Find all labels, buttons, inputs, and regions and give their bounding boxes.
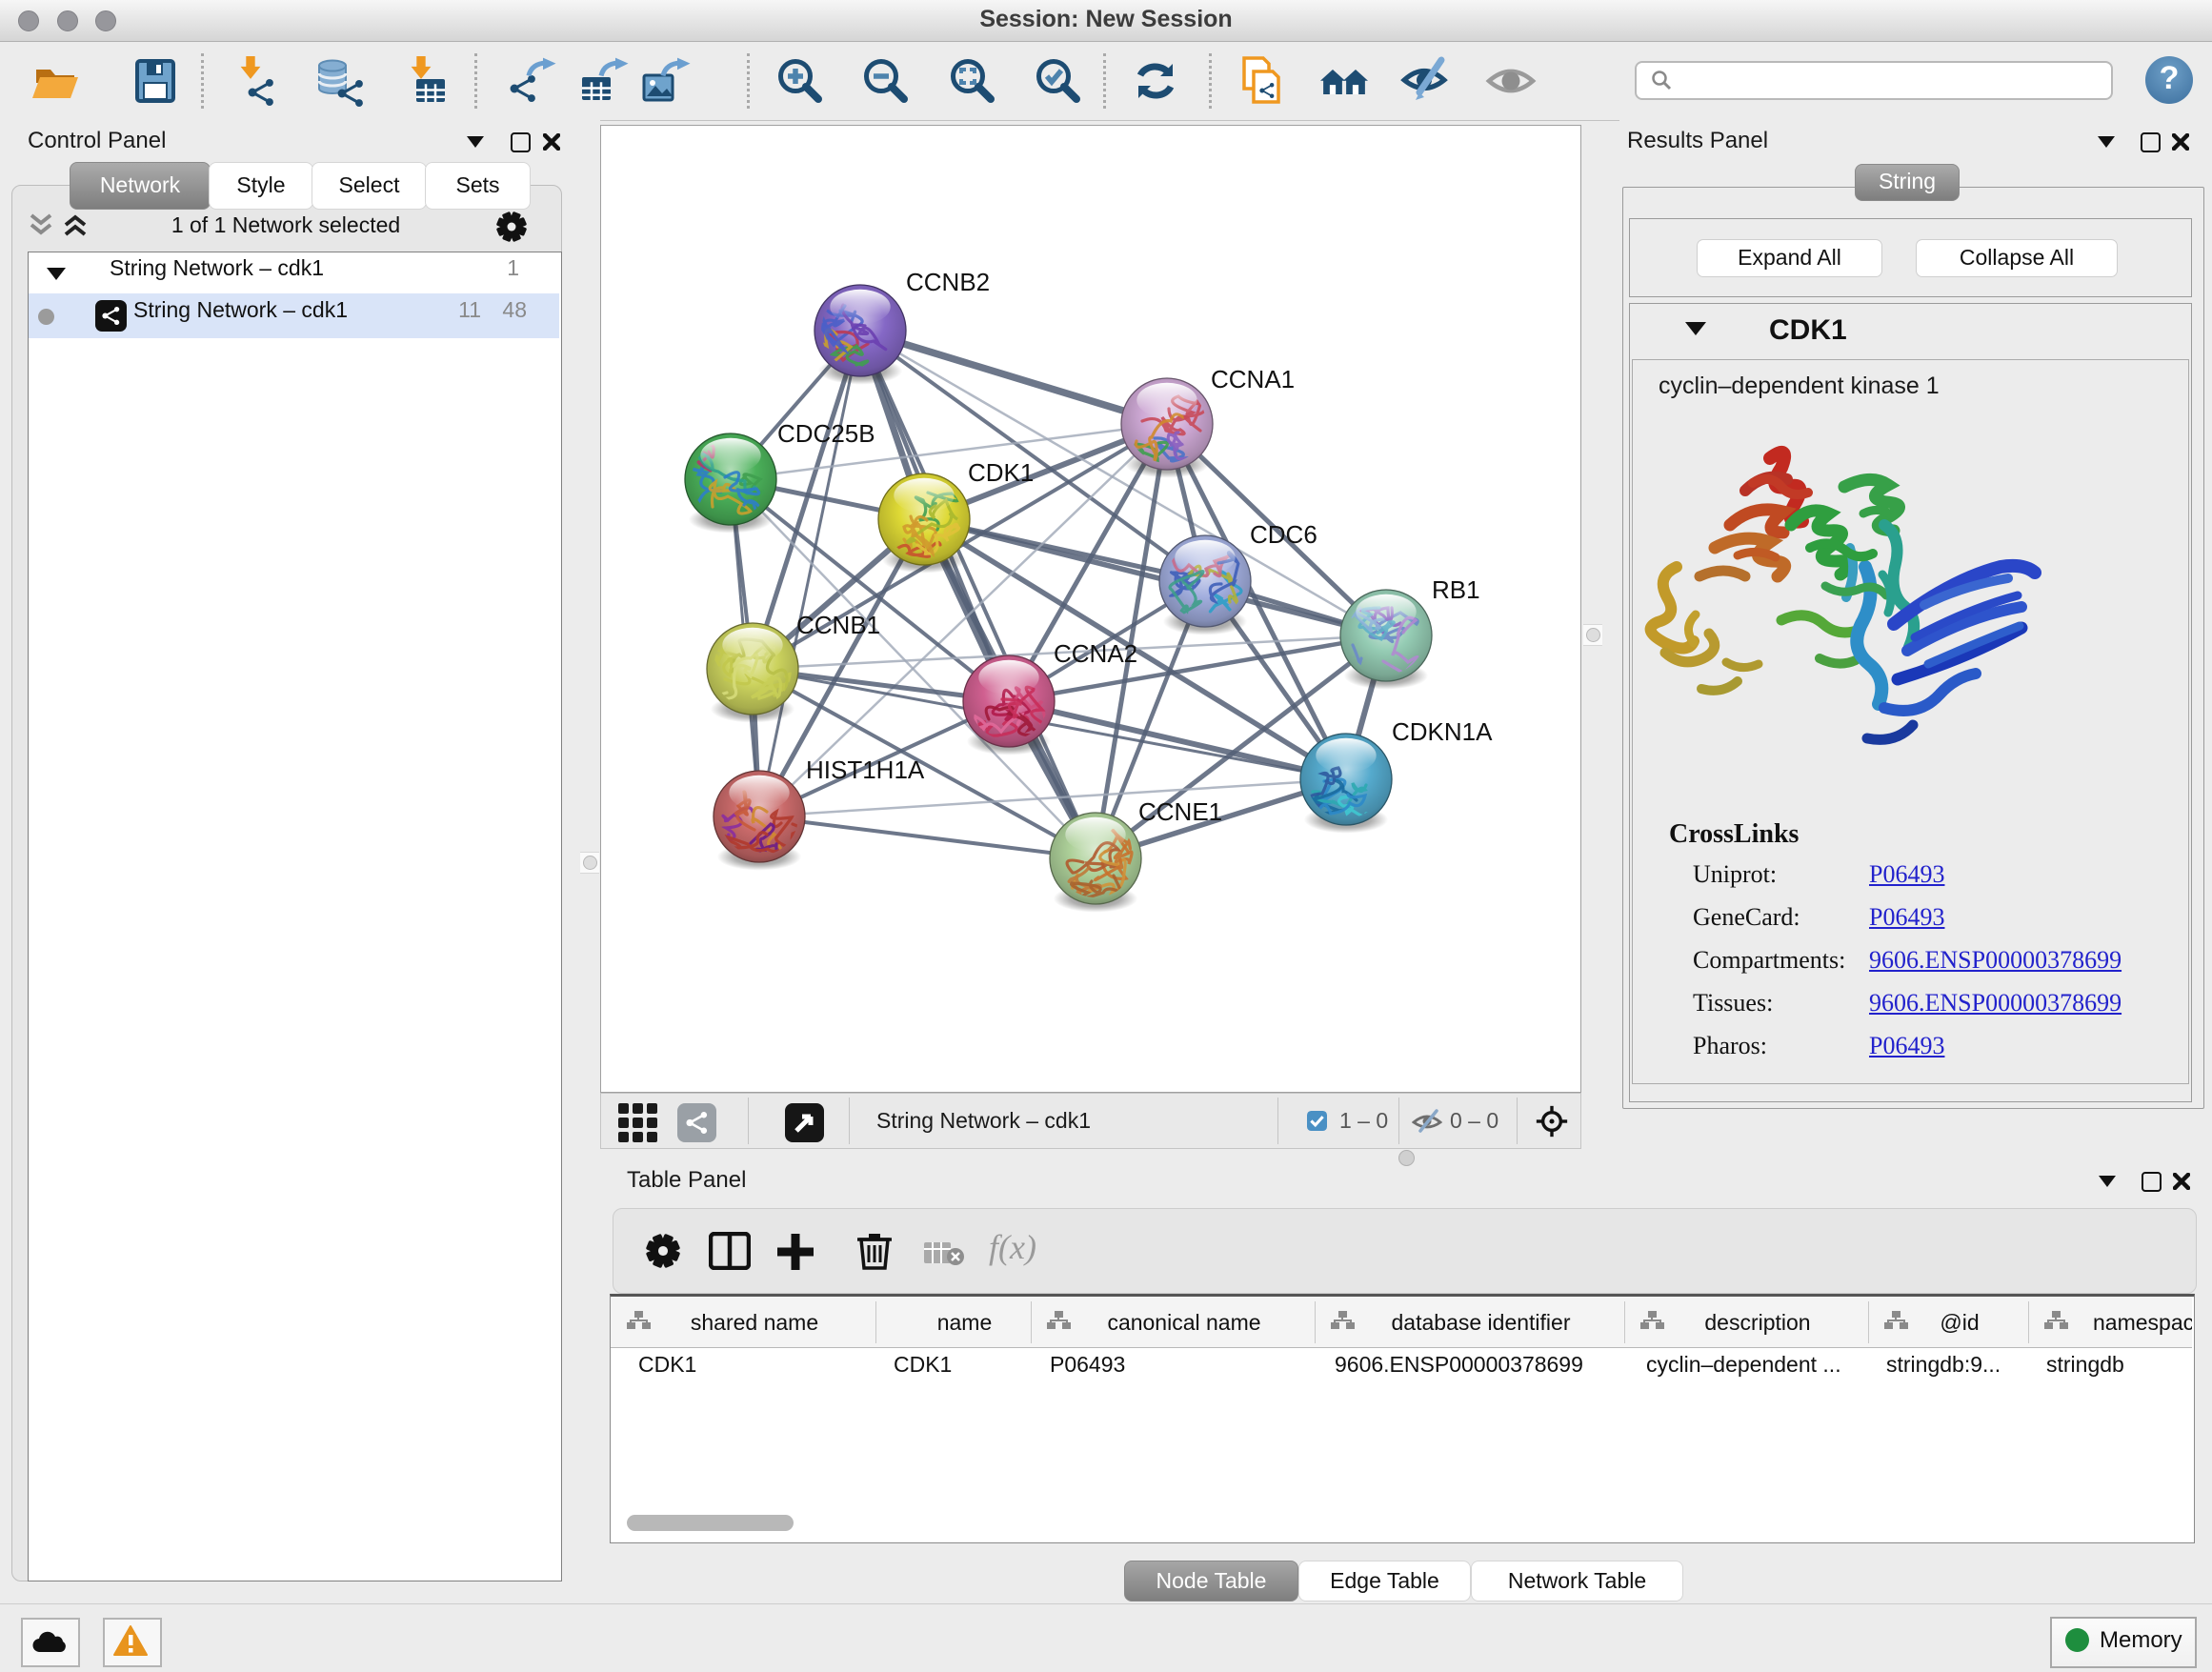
svg-text:CDK1: CDK1	[968, 458, 1034, 487]
svg-text:HIST1H1A: HIST1H1A	[806, 755, 925, 784]
svg-text:CCNE1: CCNE1	[1138, 797, 1222, 826]
svg-text:CDKN1A: CDKN1A	[1392, 717, 1493, 746]
svg-text:CCNB2: CCNB2	[906, 268, 990, 296]
svg-text:CCNA2: CCNA2	[1054, 639, 1137, 668]
svg-text:RB1: RB1	[1432, 575, 1480, 604]
svg-text:CDC25B: CDC25B	[777, 419, 875, 448]
svg-text:CCNA1: CCNA1	[1211, 365, 1295, 393]
svg-text:CCNB1: CCNB1	[796, 611, 880, 639]
svg-text:CDC6: CDC6	[1250, 520, 1317, 549]
